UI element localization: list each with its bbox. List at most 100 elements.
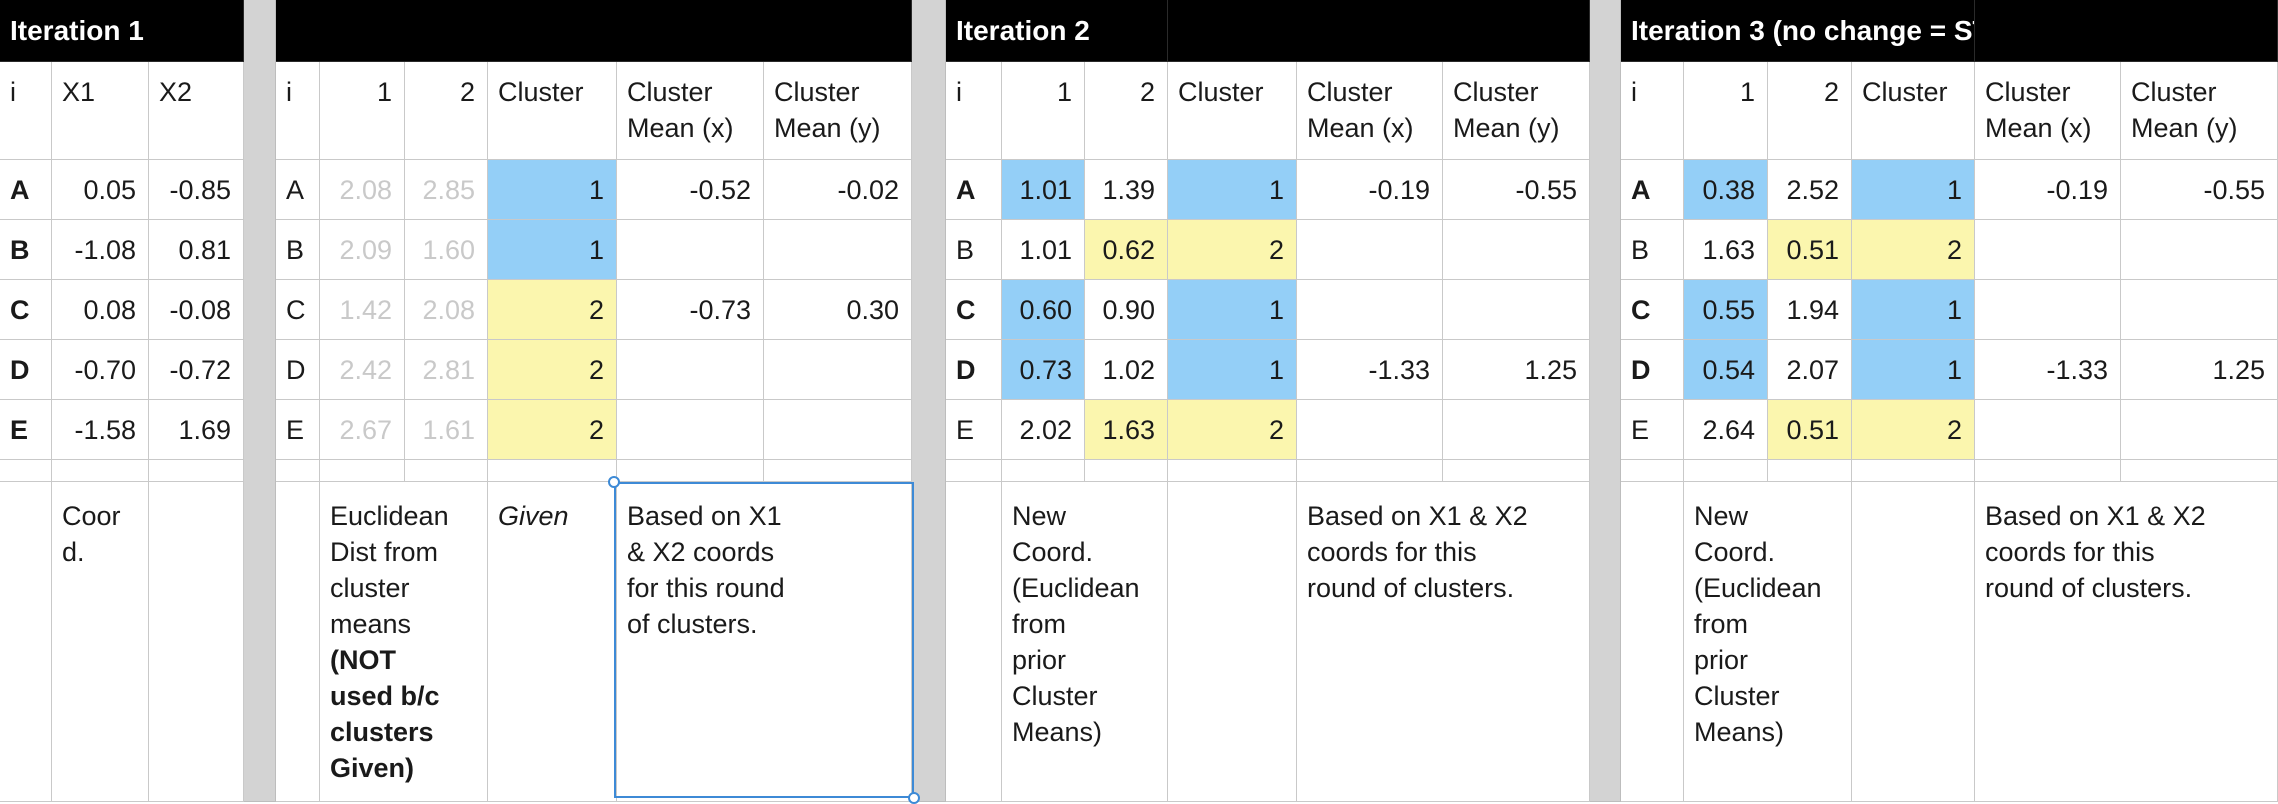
cell-cluster-mean-x[interactable]: -0.19 xyxy=(1297,160,1443,220)
cell-dist-2[interactable]: 1.61 xyxy=(405,400,488,460)
note-based-on-coords[interactable]: Based on X1 & X2 coords for this round o… xyxy=(1297,482,1590,802)
cell-cluster[interactable]: 2 xyxy=(1852,400,1975,460)
col-header-cluster-mean-y[interactable]: Cluster Mean (y) xyxy=(2121,62,2278,160)
cell-cluster-mean-x[interactable] xyxy=(1975,280,2121,340)
cell-cluster-mean-x[interactable] xyxy=(1297,280,1443,340)
col-header-cluster[interactable]: Cluster xyxy=(1168,62,1297,160)
cell-x1[interactable]: 0.05 xyxy=(52,160,149,220)
cell-cluster-mean-y[interactable] xyxy=(764,400,912,460)
cell-x1[interactable]: -1.08 xyxy=(52,220,149,280)
cell-x2[interactable]: -0.85 xyxy=(149,160,244,220)
note-coord[interactable]: Coor d. xyxy=(52,482,149,802)
cell-cluster[interactable]: 2 xyxy=(1168,220,1297,280)
cell-cluster-mean-x[interactable]: -0.19 xyxy=(1975,160,2121,220)
cell-cluster-mean-x[interactable]: -0.52 xyxy=(617,160,764,220)
cell-x1[interactable]: -1.58 xyxy=(52,400,149,460)
cell-dist-1[interactable]: 2.64 xyxy=(1684,400,1768,460)
cell-cluster-mean-y[interactable] xyxy=(2121,220,2278,280)
cell-cluster-mean-x[interactable] xyxy=(617,400,764,460)
empty-cell[interactable] xyxy=(52,460,149,482)
cell-cluster-mean-x[interactable]: -1.33 xyxy=(1975,340,2121,400)
row-label[interactable]: E xyxy=(276,400,320,460)
row-label[interactable]: D xyxy=(946,340,1002,400)
empty-cell[interactable] xyxy=(320,460,405,482)
row-label[interactable]: B xyxy=(0,220,52,280)
row-label[interactable]: B xyxy=(276,220,320,280)
cell-cluster[interactable]: 1 xyxy=(1852,160,1975,220)
empty-cell[interactable] xyxy=(946,482,1002,802)
cell-dist-1[interactable]: 1.01 xyxy=(1002,160,1085,220)
cell-cluster[interactable]: 1 xyxy=(1168,280,1297,340)
cell-cluster[interactable]: 1 xyxy=(1168,160,1297,220)
row-label[interactable]: A xyxy=(0,160,52,220)
empty-cell[interactable] xyxy=(946,460,1002,482)
row-label[interactable]: C xyxy=(1621,280,1684,340)
row-label[interactable]: E xyxy=(1621,400,1684,460)
cell-dist-1[interactable]: 2.09 xyxy=(320,220,405,280)
cell-x1[interactable]: -0.70 xyxy=(52,340,149,400)
empty-cell[interactable] xyxy=(276,460,320,482)
cell-dist-2[interactable]: 1.02 xyxy=(1085,340,1168,400)
row-label[interactable]: D xyxy=(0,340,52,400)
spreadsheet-grid[interactable]: Iteration 1 Iteration 2 Iteration 3 (no ch… xyxy=(0,0,2278,804)
cell-cluster[interactable]: 2 xyxy=(488,280,617,340)
cell-x2[interactable]: -0.72 xyxy=(149,340,244,400)
cell-cluster-mean-y[interactable]: 1.25 xyxy=(2121,340,2278,400)
cell-cluster-mean-x[interactable]: -0.73 xyxy=(617,280,764,340)
cell-dist-1[interactable]: 0.60 xyxy=(1002,280,1085,340)
col-header-cluster-mean-x[interactable]: Cluster Mean (x) xyxy=(1975,62,2121,160)
cell-cluster-mean-y[interactable] xyxy=(1443,400,1590,460)
cell-cluster-mean-y[interactable] xyxy=(2121,400,2278,460)
cell-dist-1[interactable]: 0.73 xyxy=(1002,340,1085,400)
cell-cluster-mean-x[interactable] xyxy=(1975,400,2121,460)
cell-dist-1[interactable]: 2.02 xyxy=(1002,400,1085,460)
empty-cell[interactable] xyxy=(1168,460,1297,482)
empty-cell[interactable] xyxy=(149,482,244,802)
cell-cluster[interactable]: 1 xyxy=(1852,280,1975,340)
cell-cluster[interactable]: 1 xyxy=(1852,340,1975,400)
cell-cluster-mean-y[interactable]: -0.55 xyxy=(2121,160,2278,220)
cell-cluster-mean-y[interactable]: 0.30 xyxy=(764,280,912,340)
cell-cluster-mean-x[interactable] xyxy=(617,340,764,400)
col-header-dist-1[interactable]: 1 xyxy=(1684,62,1768,160)
cell-cluster[interactable]: 2 xyxy=(1852,220,1975,280)
cell-dist-1[interactable]: 1.01 xyxy=(1002,220,1085,280)
cell-cluster-mean-y[interactable] xyxy=(1443,280,1590,340)
note-based-on-coords[interactable]: Based on X1 & X2 coords for this round o… xyxy=(1975,482,2278,802)
col-header-dist-1[interactable]: 1 xyxy=(1002,62,1085,160)
empty-cell[interactable] xyxy=(1768,460,1852,482)
cell-dist-2[interactable]: 2.85 xyxy=(405,160,488,220)
empty-cell[interactable] xyxy=(1852,460,1975,482)
empty-cell[interactable] xyxy=(1621,460,1684,482)
cell-cluster-mean-y[interactable]: 1.25 xyxy=(1443,340,1590,400)
cell-cluster-mean-y[interactable] xyxy=(2121,280,2278,340)
row-label[interactable]: E xyxy=(946,400,1002,460)
empty-cell[interactable] xyxy=(0,482,52,802)
col-header-dist-2[interactable]: 2 xyxy=(1085,62,1168,160)
cell-dist-2[interactable]: 2.52 xyxy=(1768,160,1852,220)
cell-x2[interactable]: -0.08 xyxy=(149,280,244,340)
cell-cluster-mean-y[interactable] xyxy=(764,220,912,280)
cell-dist-2[interactable]: 0.51 xyxy=(1768,400,1852,460)
empty-cell[interactable] xyxy=(149,460,244,482)
cell-dist-1[interactable]: 2.42 xyxy=(320,340,405,400)
cell-cluster[interactable]: 2 xyxy=(488,340,617,400)
empty-cell[interactable] xyxy=(1168,482,1297,802)
cell-dist-1[interactable]: 0.38 xyxy=(1684,160,1768,220)
col-header-i[interactable]: i xyxy=(1621,62,1684,160)
empty-cell[interactable] xyxy=(405,460,488,482)
cell-cluster-mean-x[interactable] xyxy=(617,220,764,280)
col-header-x1[interactable]: X1 xyxy=(52,62,149,160)
row-label[interactable]: C xyxy=(0,280,52,340)
cell-cluster-mean-y[interactable]: -0.55 xyxy=(1443,160,1590,220)
empty-cell[interactable] xyxy=(764,460,912,482)
col-header-dist-1[interactable]: 1 xyxy=(320,62,405,160)
cell-cluster[interactable]: 1 xyxy=(488,160,617,220)
cell-cluster-mean-y[interactable] xyxy=(1443,220,1590,280)
cell-dist-2[interactable]: 1.39 xyxy=(1085,160,1168,220)
cell-dist-2[interactable]: 2.08 xyxy=(405,280,488,340)
cell-cluster-mean-y[interactable]: -0.02 xyxy=(764,160,912,220)
col-header-i[interactable]: i xyxy=(946,62,1002,160)
cell-dist-2[interactable]: 2.07 xyxy=(1768,340,1852,400)
cell-cluster-mean-x[interactable] xyxy=(1975,220,2121,280)
